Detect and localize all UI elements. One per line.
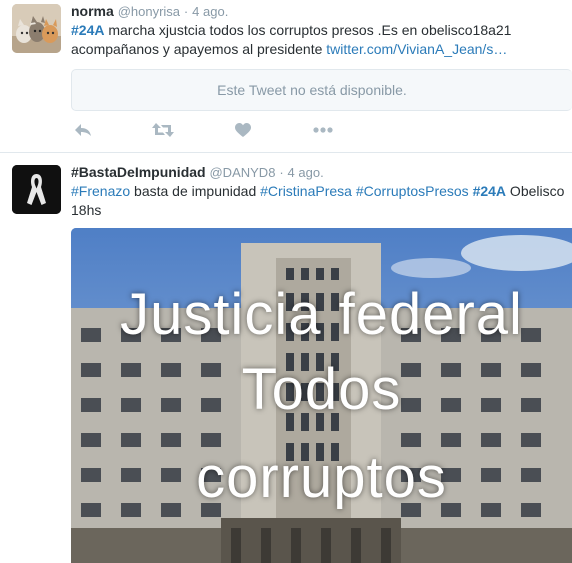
like-button[interactable]: [231, 120, 255, 140]
hashtag-link[interactable]: #CorruptosPresos: [356, 183, 469, 199]
tweet-text-fragment: acompañanos y apayemos al presidente: [71, 41, 327, 57]
more-button[interactable]: [311, 120, 335, 140]
tweet-actions: [71, 120, 371, 140]
hashtag-link[interactable]: #CristinaPresa: [260, 183, 352, 199]
quoted-tweet-unavailable: Este Tweet no está disponible.: [71, 69, 572, 111]
tweet-text: #24A marcha xjustcia todos los corruptos…: [71, 21, 511, 59]
tweet-header: #BastaDeImpunidad @DANYD8 · 4 ago.: [71, 163, 324, 182]
retweet-icon: [152, 123, 174, 137]
like-icon: [235, 122, 251, 137]
kittens-avatar-image: [12, 4, 61, 53]
retweet-button[interactable]: [151, 120, 175, 140]
url-link[interactable]: twitter.com/VivianA_Jean/s…: [326, 41, 507, 57]
tweet-text-line: acompañanos y apayemos al presidente twi…: [71, 40, 511, 59]
more-icon: [313, 127, 333, 133]
tweet-text-line: 18hs: [71, 202, 102, 218]
reply-button[interactable]: [71, 120, 95, 140]
tweet-2[interactable]: #BastaDeImpunidad @DANYD8 · 4 ago. #Fren…: [0, 153, 572, 563]
tweet-time[interactable]: 4 ago.: [288, 165, 324, 180]
tweet-separator: ·: [183, 4, 189, 19]
tweet-username[interactable]: @DANYD8: [209, 165, 275, 180]
hashtag-link[interactable]: #Frenazo: [71, 183, 130, 199]
media-overlay-text: corruptos: [196, 445, 447, 510]
tweet-1[interactable]: norma @honyrisa · 4 ago. #24A marcha xju…: [0, 0, 572, 153]
avatar[interactable]: [12, 165, 61, 214]
tweet-text-line: #24A marcha xjustcia todos los corruptos…: [71, 21, 511, 40]
tweet-text-line: #Frenazo basta de impunidad #CristinaPre…: [71, 182, 564, 201]
media-overlay-text: Todos: [241, 357, 402, 422]
media-overlay-text: Justicia federal: [120, 282, 523, 347]
tweet-time[interactable]: 4 ago.: [192, 4, 228, 19]
avatar[interactable]: [12, 4, 61, 53]
hashtag-link[interactable]: #24A: [71, 22, 104, 38]
tweet-username[interactable]: @honyrisa: [118, 4, 180, 19]
tweet-header: norma @honyrisa · 4 ago.: [71, 2, 228, 21]
tweet-separator: ·: [279, 165, 284, 180]
tweet-fullname[interactable]: norma: [71, 3, 114, 19]
tweet-text: #Frenazo basta de impunidad #CristinaPre…: [71, 182, 564, 220]
tweet-text-fragment: Obelisco: [506, 183, 565, 199]
tweet-fullname[interactable]: #BastaDeImpunidad: [71, 164, 206, 180]
tweet-text-fragment: basta de impunidad: [130, 183, 261, 199]
tweet-text-fragment: marcha xjustcia todos los corruptos pres…: [104, 22, 512, 38]
reply-icon: [75, 124, 91, 136]
black-ribbon-avatar-image: [12, 165, 61, 214]
hashtag-link[interactable]: #24A: [473, 183, 506, 199]
tweet-media-photo[interactable]: Justicia federal Todos corruptos: [71, 228, 572, 563]
